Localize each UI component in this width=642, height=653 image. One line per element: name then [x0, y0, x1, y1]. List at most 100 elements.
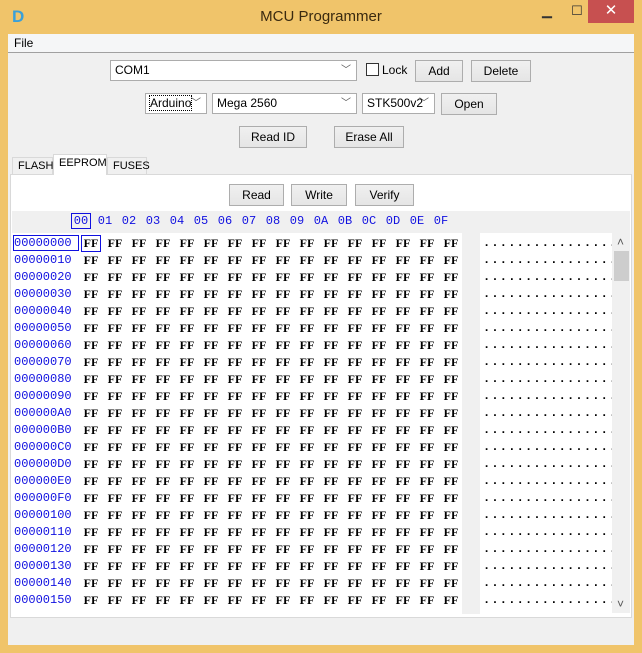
byte-cell[interactable]: FF	[370, 474, 388, 489]
byte-cell[interactable]: FF	[106, 508, 124, 523]
byte-cell[interactable]: FF	[298, 372, 316, 387]
byte-cell[interactable]: FF	[370, 304, 388, 319]
byte-cell[interactable]: FF	[226, 270, 244, 285]
byte-cell[interactable]: FF	[202, 236, 220, 251]
byte-cell[interactable]: FF	[346, 236, 364, 251]
tab-eeprom[interactable]: EEPROM	[53, 154, 107, 175]
row-address[interactable]: 00000040	[14, 304, 78, 318]
byte-cell[interactable]: FF	[82, 287, 100, 302]
byte-cell[interactable]: FF	[274, 508, 292, 523]
byte-cell[interactable]: FF	[250, 236, 268, 251]
byte-cell[interactable]: FF	[346, 253, 364, 268]
byte-cell[interactable]: FF	[202, 457, 220, 472]
byte-cell[interactable]: FF	[370, 355, 388, 370]
byte-cell[interactable]: FF	[106, 423, 124, 438]
row-address[interactable]: 00000050	[14, 321, 78, 335]
byte-cell[interactable]: FF	[82, 389, 100, 404]
byte-cell[interactable]: FF	[202, 491, 220, 506]
byte-cell[interactable]: FF	[106, 355, 124, 370]
byte-cell[interactable]: FF	[394, 491, 412, 506]
byte-cell[interactable]: FF	[274, 253, 292, 268]
row-address[interactable]: 000000A0	[14, 406, 78, 420]
ascii-row[interactable]: ................	[483, 508, 617, 522]
byte-cell[interactable]: FF	[394, 321, 412, 336]
byte-cell[interactable]: FF	[298, 355, 316, 370]
row-address[interactable]: 00000020	[14, 270, 78, 284]
byte-cell[interactable]: FF	[82, 542, 100, 557]
byte-cell[interactable]: FF	[250, 304, 268, 319]
byte-cell[interactable]: FF	[274, 525, 292, 540]
byte-cell[interactable]: FF	[226, 593, 244, 608]
byte-cell[interactable]: FF	[418, 474, 436, 489]
byte-cell[interactable]: FF	[298, 304, 316, 319]
byte-cell[interactable]: FF	[346, 372, 364, 387]
byte-cell[interactable]: FF	[442, 508, 460, 523]
ascii-row[interactable]: ................	[483, 491, 617, 505]
byte-cell[interactable]: FF	[250, 593, 268, 608]
byte-cell[interactable]: FF	[202, 321, 220, 336]
title-bar[interactable]: D MCU Programmer ▁ ☐ ✕	[0, 0, 642, 34]
byte-cell[interactable]: FF	[178, 457, 196, 472]
byte-cell[interactable]: FF	[322, 542, 340, 557]
byte-cell[interactable]: FF	[106, 287, 124, 302]
row-address[interactable]: 00000080	[14, 372, 78, 386]
byte-cell[interactable]: FF	[418, 253, 436, 268]
byte-cell[interactable]: FF	[418, 372, 436, 387]
byte-cell[interactable]: FF	[226, 525, 244, 540]
byte-cell[interactable]: FF	[250, 287, 268, 302]
byte-cell[interactable]: FF	[154, 457, 172, 472]
byte-cell[interactable]: FF	[418, 559, 436, 574]
byte-cell[interactable]: FF	[130, 542, 148, 557]
byte-cell[interactable]: FF	[226, 406, 244, 421]
write-button[interactable]: Write	[291, 184, 347, 206]
byte-cell[interactable]: FF	[202, 355, 220, 370]
row-address[interactable]: 000000E0	[14, 474, 78, 488]
byte-cell[interactable]: FF	[298, 338, 316, 353]
byte-cell[interactable]: FF	[298, 389, 316, 404]
byte-cell[interactable]: FF	[442, 389, 460, 404]
byte-cell[interactable]: FF	[130, 372, 148, 387]
byte-cell[interactable]: FF	[298, 406, 316, 421]
byte-cell[interactable]: FF	[82, 474, 100, 489]
byte-cell[interactable]: FF	[202, 253, 220, 268]
byte-cell[interactable]: FF	[274, 321, 292, 336]
ascii-row[interactable]: ................	[483, 474, 617, 488]
close-button[interactable]: ✕	[588, 0, 634, 23]
byte-cell[interactable]: FF	[346, 474, 364, 489]
byte-cell[interactable]: FF	[442, 270, 460, 285]
byte-cell[interactable]: FF	[250, 389, 268, 404]
byte-cell[interactable]: FF	[370, 542, 388, 557]
byte-cell[interactable]: FF	[346, 355, 364, 370]
byte-cell[interactable]: FF	[274, 440, 292, 455]
byte-cell[interactable]: FF	[322, 321, 340, 336]
byte-cell[interactable]: FF	[442, 406, 460, 421]
byte-cell[interactable]: FF	[346, 423, 364, 438]
byte-cell[interactable]: FF	[154, 287, 172, 302]
byte-cell[interactable]: FF	[274, 423, 292, 438]
byte-cell[interactable]: FF	[442, 559, 460, 574]
ascii-row[interactable]: ................	[483, 525, 617, 539]
byte-cell[interactable]: FF	[154, 270, 172, 285]
byte-cell[interactable]: FF	[370, 576, 388, 591]
byte-cell[interactable]: FF	[298, 440, 316, 455]
byte-cell[interactable]: FF	[178, 440, 196, 455]
byte-cell[interactable]: FF	[250, 508, 268, 523]
row-address[interactable]: 00000110	[14, 525, 78, 539]
byte-cell[interactable]: FF	[202, 270, 220, 285]
ascii-row[interactable]: ................	[483, 321, 617, 335]
byte-cell[interactable]: FF	[106, 542, 124, 557]
byte-cell[interactable]: FF	[106, 440, 124, 455]
byte-cell[interactable]: FF	[82, 338, 100, 353]
byte-cell[interactable]: FF	[106, 559, 124, 574]
byte-cell[interactable]: FF	[418, 525, 436, 540]
byte-cell[interactable]: FF	[178, 559, 196, 574]
byte-cell[interactable]: FF	[394, 593, 412, 608]
byte-cell[interactable]: FF	[442, 542, 460, 557]
byte-cell[interactable]: FF	[442, 304, 460, 319]
byte-cell[interactable]: FF	[130, 304, 148, 319]
byte-cell[interactable]: FF	[418, 236, 436, 251]
byte-cell[interactable]: FF	[442, 593, 460, 608]
byte-cell[interactable]: FF	[250, 253, 268, 268]
byte-cell[interactable]: FF	[178, 542, 196, 557]
read-id-button[interactable]: Read ID	[239, 126, 307, 148]
